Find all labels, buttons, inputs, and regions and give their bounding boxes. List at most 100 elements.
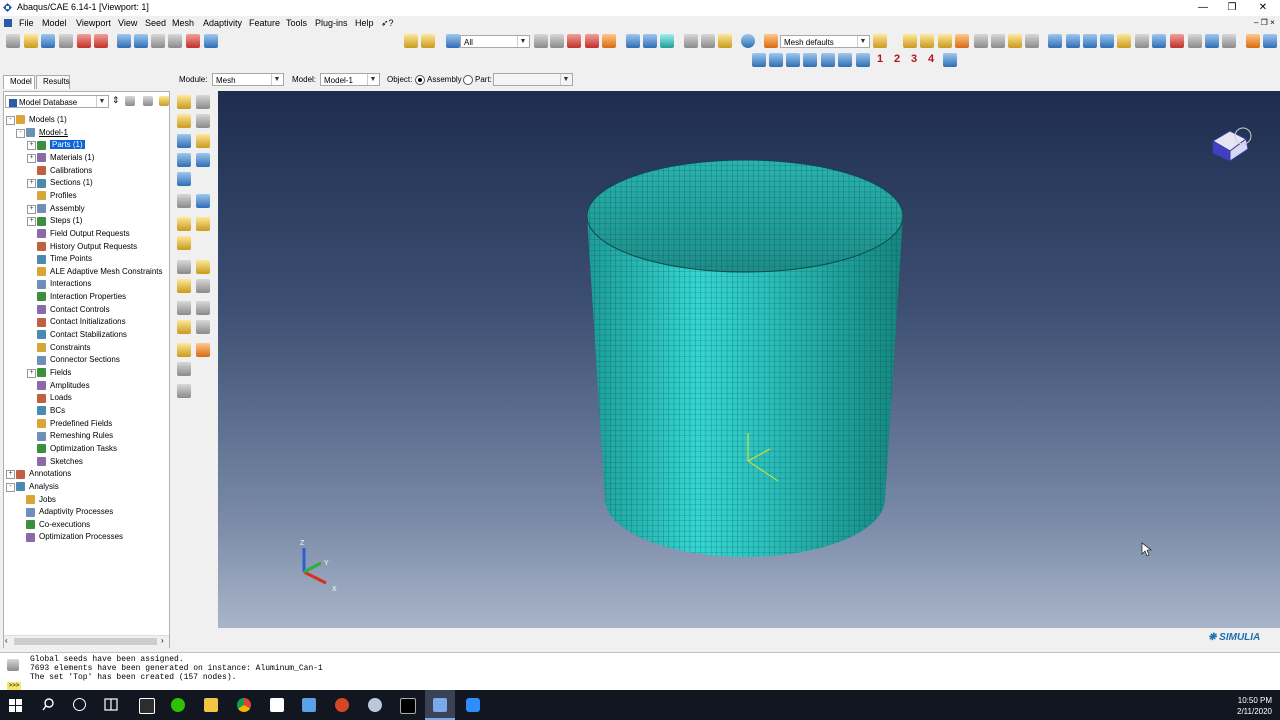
menu-help[interactable]: Help [355,18,374,28]
tree-item[interactable]: Loads [37,391,72,404]
mdi-window-controls[interactable]: – ❐ × [1254,18,1275,27]
tree-item[interactable]: Materials (1) [37,151,94,164]
assign-mesh-region-icon[interactable] [196,343,210,357]
line-annotation-icon[interactable] [1152,34,1166,48]
tree-item[interactable]: Contact Stabilizations [37,328,127,341]
view-top-icon[interactable] [718,34,732,48]
windows-start-icon[interactable] [9,699,22,712]
datum-icon[interactable] [421,34,435,48]
view-button-2[interactable]: 2 [894,53,900,65]
tree-item[interactable]: Co-executions [26,518,90,531]
tree-highlight-icon[interactable] [159,96,169,106]
task-view-icon[interactable] [104,698,118,711]
menu-mesh[interactable]: Mesh [172,18,194,28]
arrow-annotation-icon[interactable] [1135,34,1149,48]
rotate-icon[interactable] [134,34,148,48]
tree-item[interactable]: Connector Sections [37,353,120,366]
terminal-icon[interactable] [400,698,416,714]
select-from-viewport-icon[interactable] [534,34,548,48]
tree-expander[interactable]: - [16,128,25,138]
tree-item[interactable]: Optimization Tasks [37,442,117,455]
tab-model[interactable]: Model [3,75,35,89]
box-zoom-icon[interactable] [168,34,182,48]
mesh-part-instance-icon[interactable] [177,134,191,148]
tree-item[interactable]: Remeshing Rules [37,429,113,442]
view-persp-small-icon[interactable] [943,53,957,67]
tree-horizontal-scrollbar[interactable]: ‹ › [4,635,169,648]
delete-region-mesh-icon[interactable] [196,153,210,167]
repair-mesh-icon[interactable] [196,279,210,293]
cycle-views-icon[interactable] [204,34,218,48]
import-icon[interactable] [94,34,108,48]
delete-mesh-icon[interactable] [177,153,191,167]
viewport-1-icon[interactable] [1048,34,1062,48]
new-model-icon[interactable] [6,34,20,48]
menu-viewport[interactable]: Viewport [76,18,111,28]
auto-fit-icon[interactable] [186,34,200,48]
edit-mesh-icon[interactable] [177,279,191,293]
viewport-menu-icon[interactable] [4,19,12,27]
tile-vertical-icon[interactable] [1100,34,1114,48]
tree-expander[interactable]: + [27,204,36,214]
view-button-1[interactable]: 1 [877,53,883,65]
tree-item[interactable]: Constraints [37,341,90,354]
scrollbar-thumb[interactable] [14,638,157,645]
add-icon[interactable] [938,34,952,48]
create-datum-plane-icon[interactable] [177,320,191,334]
tree-item[interactable]: History Output Requests [37,240,137,253]
tree-item[interactable]: Model-1 [26,126,68,139]
assembly-radio[interactable] [415,75,425,85]
replace-icon[interactable] [920,34,934,48]
view-iso-icon[interactable] [684,34,698,48]
assign-stack-direction-icon[interactable] [177,343,191,357]
seed-edges-icon[interactable] [196,95,210,109]
tree-item[interactable]: Analysis [16,480,59,493]
redo-icon[interactable] [991,34,1005,48]
tree-item[interactable]: Amplitudes [37,379,90,392]
tree-nav-arrows-icon[interactable]: ⇕ [112,95,120,106]
tree-item[interactable]: Calibrations [37,164,92,177]
tree-expander[interactable]: + [27,141,36,151]
tree-item[interactable]: Steps (1) [37,214,82,227]
select-cursor-icon[interactable] [446,34,460,48]
menu-plugins[interactable]: Plug-ins [315,18,348,28]
mesh-display-icon[interactable] [177,362,191,376]
create-datum-csys-icon[interactable] [196,320,210,334]
select-all-icon[interactable] [550,34,564,48]
abaqus-taskbar-button[interactable] [425,690,455,720]
create-datum-point-icon[interactable] [177,301,191,315]
view-back-small-icon[interactable] [769,53,783,67]
save-icon[interactable] [41,34,55,48]
wechat-icon[interactable] [171,698,185,712]
chrome-icon[interactable] [237,698,251,712]
view-left-small-icon[interactable] [786,53,800,67]
tab-results[interactable]: Results [36,75,70,89]
view-top-small-icon[interactable] [821,53,835,67]
view-front-small-icon[interactable] [752,53,766,67]
remove-icon[interactable] [955,34,969,48]
tree-expander[interactable]: + [27,369,36,378]
mesh-region-icon[interactable] [196,134,210,148]
part-combo[interactable]: ▼ [493,73,573,86]
virtual-topology-icon[interactable] [177,260,191,274]
create-datum-axis-icon[interactable] [196,301,210,315]
print-icon[interactable] [59,34,73,48]
seed-part-instance-icon[interactable] [177,95,191,109]
pointer-icon[interactable] [1188,34,1202,48]
mail-icon[interactable] [139,698,155,714]
tree-expander[interactable]: + [27,153,36,163]
module-combo[interactable]: Mesh ▼ [212,73,284,86]
model-database-combo[interactable]: Model Database ▼ [5,95,109,108]
tree-item[interactable]: Field Output Requests [37,227,130,240]
section-icon[interactable] [1246,34,1260,48]
mesh-defaults-icon[interactable] [764,34,778,48]
document-icon[interactable] [270,698,284,712]
viewport-2-icon[interactable] [1066,34,1080,48]
view-front-icon[interactable] [701,34,715,48]
tree-item[interactable]: BCs [37,404,65,417]
app-round-icon[interactable] [368,698,382,712]
delete-edge-seeds-icon[interactable] [196,114,210,128]
tree-item[interactable]: Contact Initializations [37,315,126,328]
menu-file[interactable]: File [19,18,34,28]
export-view-icon[interactable] [1263,34,1277,48]
